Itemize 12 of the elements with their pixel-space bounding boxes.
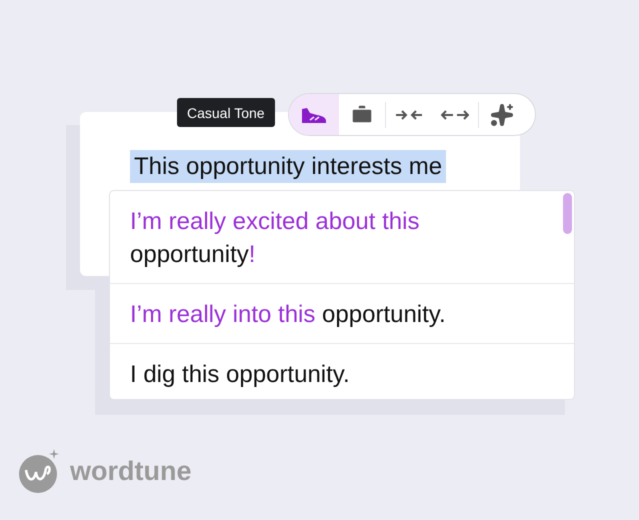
logo-text: wordtune xyxy=(70,456,192,486)
sneaker-icon xyxy=(301,106,327,122)
selected-text: This opportunity interests me xyxy=(130,150,446,183)
arrows-outward-icon xyxy=(441,108,469,120)
arrows-inward-icon xyxy=(395,108,423,120)
suggestion-item[interactable]: I’m really excited about this opportunity! xyxy=(130,205,534,271)
sparkles-icon xyxy=(490,102,514,126)
tooltip: Casual Tone xyxy=(177,98,275,127)
suggestion-item[interactable]: I dig this opportunity. xyxy=(130,358,534,391)
tool-button[interactable] xyxy=(289,94,339,135)
suggestion-item[interactable]: I’m really into this opportunity. xyxy=(130,298,534,331)
scrollbar-thumb[interactable] xyxy=(563,193,572,234)
